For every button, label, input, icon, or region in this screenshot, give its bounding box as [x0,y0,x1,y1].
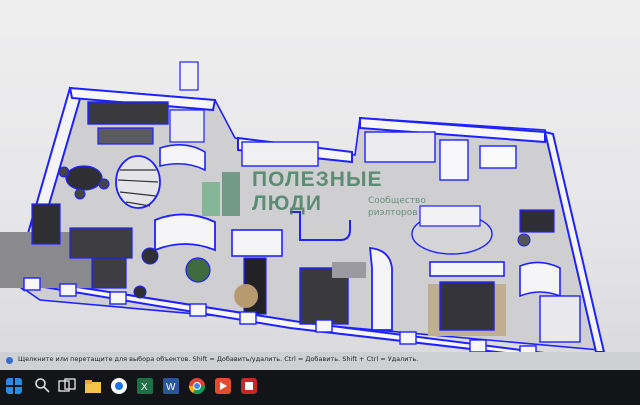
bathroom-fixtures[interactable] [364,131,436,163]
app-icon[interactable] [240,377,258,395]
watermark-line1: ПОЛЕЗНЫЕ [252,168,383,191]
partition-wall[interactable] [231,229,283,257]
bathtub[interactable] [479,145,517,169]
svg-text:X: X [141,382,148,393]
3d-viewport[interactable]: ПОЛЕЗНЫЕ ЛЮДИ Сообщество риэлторов [0,0,640,364]
info-icon [6,357,13,364]
browser-icon[interactable] [110,377,128,395]
kitchen-counter[interactable] [87,101,169,125]
file-explorer-icon[interactable] [84,377,102,395]
dining-chair[interactable] [74,188,86,200]
sofa-chaise[interactable] [91,257,127,289]
kitchen-island[interactable] [97,127,154,145]
curved-wall[interactable] [368,246,393,331]
media-icon[interactable] [214,377,232,395]
desk[interactable] [519,209,555,233]
side-table[interactable] [133,285,147,299]
sofa[interactable] [69,227,133,259]
headboard[interactable] [429,261,505,277]
side-table[interactable] [141,247,159,265]
search-icon[interactable] [34,377,50,393]
plant[interactable] [185,257,211,283]
watermark-sub1: Сообщество [368,196,426,206]
dining-chair[interactable] [98,178,110,190]
watermark-logo-icon [202,172,240,216]
kitchen-cabinet[interactable] [169,109,205,143]
task-view-icon[interactable] [58,377,76,395]
curved-wall[interactable] [519,261,561,298]
watermark-line2: ЛЮДИ [252,192,322,215]
watermark-sub2: риэлторов [368,208,418,218]
dining-chair[interactable] [58,166,70,178]
shower[interactable] [439,139,469,181]
chrome-icon[interactable] [188,377,206,395]
status-bar: Щелкните или перетащите для выбора объек… [0,352,640,370]
word-icon[interactable]: W [162,377,180,395]
watermark: ПОЛЕЗНЫЕ ЛЮДИ Сообщество риэлторов [200,168,440,226]
dining-table[interactable] [65,165,103,191]
closet-shelving[interactable] [539,295,581,343]
windows-start-icon[interactable] [6,378,22,394]
round-rug[interactable] [234,284,258,308]
svg-text:W: W [166,382,176,393]
spreadsheet-icon[interactable]: X [136,377,154,395]
master-bed[interactable] [439,281,495,331]
taskbar: X W [0,370,640,405]
desk-chair[interactable] [517,233,531,247]
hall-cabinet[interactable] [241,141,319,167]
tv-unit[interactable] [31,203,61,245]
bed-pillows [332,262,366,278]
status-hint: Щелкните или перетащите для выбора объек… [18,355,419,363]
fridge[interactable] [179,61,199,91]
